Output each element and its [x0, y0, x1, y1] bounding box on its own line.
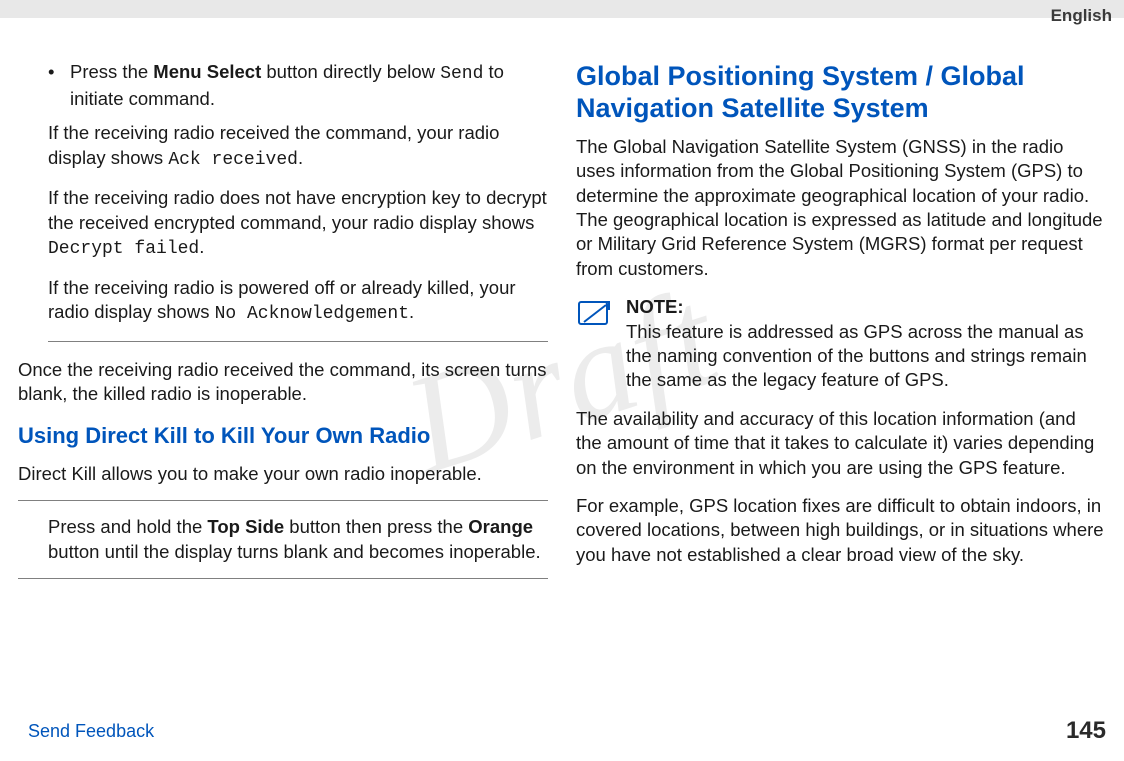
text: button then press the: [284, 516, 468, 537]
note-block: NOTE: This feature is addressed as GPS a…: [576, 295, 1106, 393]
left-column: • Press the Menu Select button directly …: [18, 60, 548, 593]
paragraph: Direct Kill allows you to make your own …: [18, 462, 548, 486]
paragraph: For example, GPS location fixes are diff…: [576, 494, 1106, 567]
paragraph: The availability and accuracy of this lo…: [576, 407, 1106, 480]
main-heading-gps: Global Positioning System / Global Navig…: [576, 60, 1106, 125]
ack-received-mono: Ack received: [168, 150, 298, 170]
text: button until the display turns blank and…: [48, 541, 541, 562]
decrypt-failed-mono: Decrypt failed: [48, 239, 199, 259]
note-text: This feature is addressed as GPS across …: [626, 320, 1106, 393]
paragraph: If the receiving radio does not have enc…: [48, 186, 548, 262]
orange-bold: Orange: [468, 516, 533, 537]
note-body: NOTE: This feature is addressed as GPS a…: [626, 295, 1106, 393]
text: If the receiving radio does not have enc…: [48, 187, 547, 232]
subheading-direct-kill: Using Direct Kill to Kill Your Own Radio: [18, 421, 548, 450]
step-text: Press and hold the Top Side button then …: [48, 515, 548, 564]
menu-select-bold: Menu Select: [153, 61, 261, 82]
text: .: [199, 236, 204, 257]
text: .: [409, 301, 414, 322]
divider: [18, 500, 548, 501]
bullet-text: Press the Menu Select button directly be…: [70, 60, 548, 111]
text: .: [298, 147, 303, 168]
send-mono: Send: [440, 64, 483, 84]
send-feedback-link[interactable]: Send Feedback: [28, 721, 154, 742]
page-content: • Press the Menu Select button directly …: [0, 18, 1124, 593]
text: Press the: [70, 61, 153, 82]
no-ack-mono: No Acknowledgement: [215, 304, 409, 324]
paragraph: If the receiving radio received the comm…: [48, 121, 548, 172]
paragraph: Once the receiving radio received the co…: [18, 358, 548, 407]
note-title: NOTE:: [626, 295, 1106, 319]
paragraph: If the receiving radio is powered off or…: [48, 276, 548, 327]
page-number: 145: [1066, 717, 1106, 745]
right-column: Global Positioning System / Global Navig…: [576, 60, 1106, 593]
top-side-bold: Top Side: [207, 516, 284, 537]
text: button directly below: [261, 61, 440, 82]
bullet-marker: •: [48, 60, 70, 111]
paragraph: The Global Navigation Satellite System (…: [576, 135, 1106, 281]
bullet-item: • Press the Menu Select button directly …: [48, 60, 548, 111]
top-bar: [0, 0, 1124, 18]
footer: Send Feedback 145: [28, 717, 1106, 745]
divider: [18, 578, 548, 579]
text: Press and hold the: [48, 516, 207, 537]
note-icon: [576, 295, 616, 393]
divider: [48, 341, 548, 342]
